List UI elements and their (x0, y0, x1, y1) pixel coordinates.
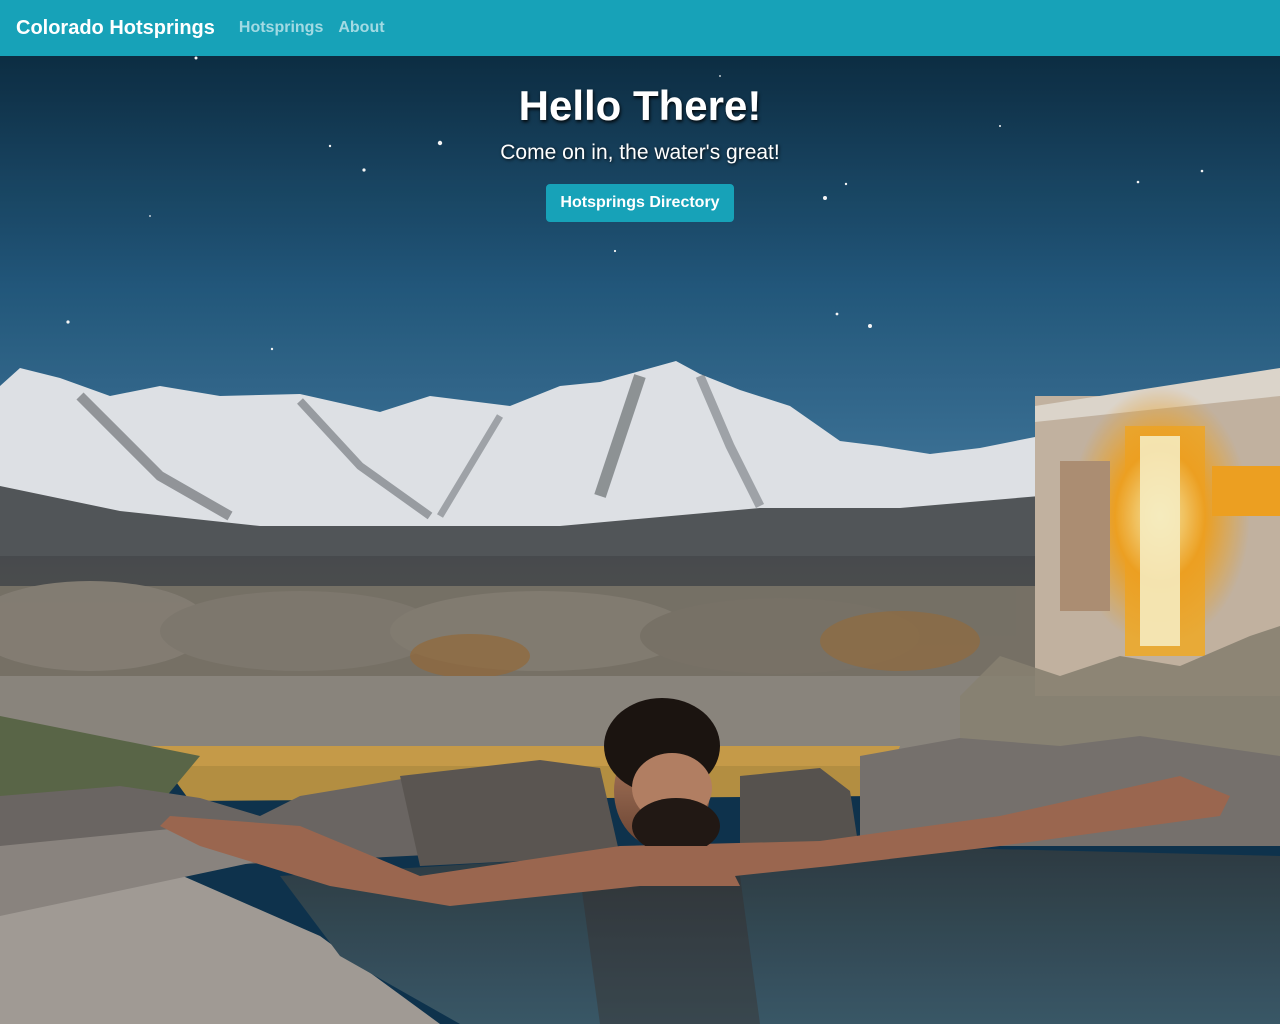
top-navbar: Colorado Hotsprings Hotsprings About (0, 0, 1280, 56)
hero-text-block: Hello There! Come on in, the water's gre… (0, 56, 1280, 222)
hero-subtitle: Come on in, the water's great! (500, 141, 780, 164)
hero-section: Hello There! Come on in, the water's gre… (0, 56, 1280, 1024)
nav-link-about[interactable]: About (338, 19, 384, 37)
hotsprings-directory-button[interactable]: Hotsprings Directory (546, 184, 734, 222)
hero-title: Hello There! (518, 82, 762, 129)
brand-link[interactable]: Colorado Hotsprings (16, 17, 215, 40)
nav-link-hotsprings[interactable]: Hotsprings (239, 19, 323, 37)
